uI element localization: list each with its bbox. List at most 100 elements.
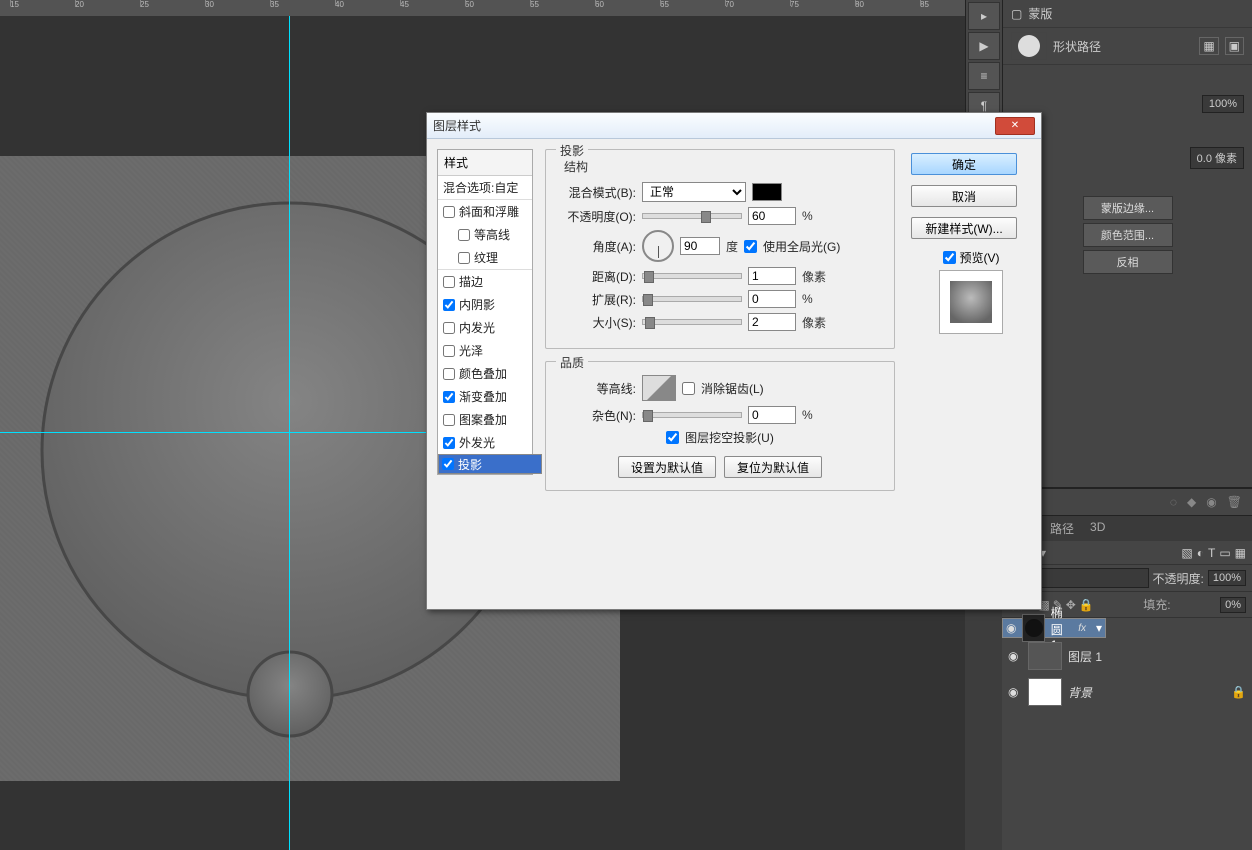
chevron-down-icon[interactable]: ▾ (1096, 621, 1102, 635)
shape-thumb (1011, 32, 1047, 60)
default-buttons: 设置为默认值 复位为默认值 (556, 456, 884, 478)
path-mask-icon[interactable]: ▣ (1225, 37, 1244, 55)
preview-row: 预览(V) (911, 249, 1031, 266)
antialias-checkbox[interactable] (682, 382, 695, 395)
fill-value[interactable]: 0% (1220, 597, 1246, 613)
styles-list: 样式 混合选项:自定 斜面和浮雕 等高线 纹理 描边 内阴影 内发光 光泽 颜色… (437, 149, 533, 475)
shape-path-row[interactable]: 形状路径 ▦ ▣ (1003, 28, 1252, 65)
style-bevel[interactable]: 斜面和浮雕 (438, 200, 532, 223)
lock-icon: 🔒 (1231, 685, 1246, 699)
opacity-field: 不透明度(O): % (556, 207, 884, 225)
filter-type-icon[interactable]: T (1208, 546, 1215, 560)
new-style-button[interactable]: 新建样式(W)... (911, 217, 1017, 239)
filter-smart-icon[interactable]: ▦ (1235, 546, 1246, 560)
layer-background[interactable]: ◉ 背景 🔒 (1002, 674, 1252, 710)
layer-thumb (1028, 678, 1062, 706)
blend-mode-select[interactable]: 正常 (642, 182, 746, 202)
style-gradient-overlay[interactable]: 渐变叠加 (438, 385, 532, 408)
mask-label: 蒙版 (1028, 5, 1052, 22)
ruler-tick: 15 (10, 0, 19, 9)
blend-mode-label: 混合模式(B): (556, 184, 636, 201)
reset-default-button[interactable]: 复位为默认值 (724, 456, 822, 478)
size-slider[interactable] (642, 319, 742, 325)
dialog-titlebar[interactable]: 图层样式 ✕ (427, 113, 1041, 139)
select-icon[interactable]: ◌ (1170, 495, 1177, 509)
shadow-color-swatch[interactable] (752, 183, 782, 201)
size-input[interactable] (748, 313, 796, 331)
angle-input[interactable] (680, 237, 720, 255)
style-pattern-overlay[interactable]: 图案叠加 (438, 408, 532, 431)
opacity-slider[interactable] (642, 213, 742, 219)
spread-input[interactable] (748, 290, 796, 308)
distance-input[interactable] (748, 267, 796, 285)
noise-label: 杂色(N): (556, 407, 636, 424)
add-mask-icon[interactable]: ▦ (1199, 37, 1218, 55)
contour-picker[interactable] (642, 375, 676, 401)
dialog-button-column: 确定 取消 新建样式(W)... 预览(V) (911, 153, 1031, 334)
opacity-input[interactable] (748, 207, 796, 225)
apply-icon[interactable]: ◆ (1187, 495, 1196, 509)
ok-button[interactable]: 确定 (911, 153, 1017, 175)
style-inner-glow[interactable]: 内发光 (438, 316, 532, 339)
ruler-tick: 55 (530, 0, 539, 9)
mask-edge-button[interactable]: 蒙版边缘... (1083, 196, 1173, 220)
invert-button[interactable]: 反相 (1083, 250, 1173, 274)
style-outer-glow[interactable]: 外发光 (438, 431, 532, 454)
style-satin[interactable]: 光泽 (438, 339, 532, 362)
layer-layer-1[interactable]: ◉ 图层 1 (1002, 638, 1252, 674)
style-contour[interactable]: 等高线 (438, 223, 532, 246)
trash-icon[interactable]: 🗑 (1227, 495, 1242, 509)
filter-image-icon[interactable]: ▧ (1181, 546, 1192, 560)
distance-slider[interactable] (642, 273, 742, 279)
tab-paths[interactable]: 路径 (1042, 516, 1082, 541)
mask-panel-header[interactable]: ▢ 蒙版 (1003, 0, 1252, 28)
noise-slider[interactable] (642, 412, 742, 418)
ruler-tick: 25 (140, 0, 149, 9)
opacity-value[interactable]: 100% (1208, 570, 1246, 586)
preview-label: 预览(V) (960, 249, 1000, 266)
guide-vertical[interactable] (289, 16, 290, 850)
visibility-icon[interactable]: ◉ (1206, 495, 1216, 509)
spread-slider[interactable] (642, 296, 742, 302)
style-color-overlay[interactable]: 颜色叠加 (438, 362, 532, 385)
style-inner-shadow[interactable]: 内阴影 (438, 293, 532, 316)
noise-input[interactable] (748, 406, 796, 424)
preview-checkbox[interactable] (943, 251, 956, 264)
quality-group: 品质 等高线: 消除锯齿(L) 杂色(N): % 图层挖空投影(U) (545, 361, 895, 491)
ruler-tick: 65 (660, 0, 669, 9)
density-value[interactable]: 100% (1202, 95, 1244, 113)
tool-play-icon[interactable]: ▶ (968, 32, 1000, 60)
fx-badge[interactable]: fx (1078, 623, 1086, 634)
feather-value[interactable]: 0.0 像素 (1190, 147, 1244, 169)
tab-3d[interactable]: 3D (1082, 516, 1113, 541)
ruler-tick: 60 (595, 0, 604, 9)
styles-header[interactable]: 样式 (438, 150, 532, 176)
visibility-toggle[interactable]: ◉ (1008, 685, 1022, 699)
filter-shape-icon[interactable]: ▭ (1219, 546, 1230, 560)
color-range-button[interactable]: 颜色范围... (1083, 223, 1173, 247)
blend-options-header[interactable]: 混合选项:自定 (438, 176, 532, 200)
ruler-horizontal: 1520253035404550556065707580859095100105… (0, 0, 965, 16)
knockout-checkbox[interactable] (666, 431, 679, 444)
filter-adjust-icon[interactable]: ◐ (1197, 546, 1204, 560)
lock-all-icon[interactable]: 🔒 (1079, 598, 1094, 612)
style-stroke[interactable]: 描边 (438, 270, 532, 293)
visibility-toggle[interactable]: ◉ (1006, 621, 1016, 635)
layer-ellipse-1[interactable]: ◉ 椭圆 1 fx ▾ (1002, 618, 1106, 638)
style-texture[interactable]: 纹理 (438, 246, 532, 270)
set-default-button[interactable]: 设置为默认值 (618, 456, 716, 478)
tool-sliders-icon[interactable]: ≡ (968, 62, 1000, 90)
structure-group: 投影 结构 混合模式(B): 正常 不透明度(O): % 角度(A): (545, 149, 895, 349)
visibility-toggle[interactable]: ◉ (1008, 649, 1022, 663)
section-structure-label: 结构 (560, 158, 592, 175)
spread-label: 扩展(R): (556, 291, 636, 308)
cancel-button[interactable]: 取消 (911, 185, 1017, 207)
angle-label: 角度(A): (556, 238, 636, 255)
global-light-checkbox[interactable] (744, 240, 757, 253)
angle-knob[interactable] (642, 230, 674, 262)
close-button[interactable]: ✕ (995, 117, 1035, 135)
tool-arrows-icon[interactable]: ▸ (968, 2, 1000, 30)
contour-label: 等高线: (556, 380, 636, 397)
style-drop-shadow[interactable]: 投影 (438, 454, 542, 474)
mask-icon: ▢ (1011, 7, 1022, 21)
